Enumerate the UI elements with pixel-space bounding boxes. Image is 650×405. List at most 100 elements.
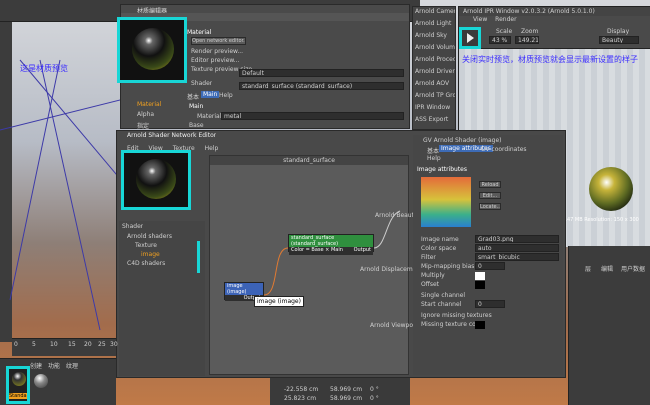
row-render-preview: Render preview... xyxy=(191,48,244,55)
tree-c4d-shaders[interactable]: C4D shaders xyxy=(127,260,165,267)
attr-start-channel[interactable]: 0 xyxy=(475,300,505,308)
material-tab-help[interactable]: Help xyxy=(219,92,233,99)
ipr-render-sphere xyxy=(589,167,633,211)
attr-filter[interactable]: smart_bicubic xyxy=(475,253,559,261)
attr-label-single-channel: Single channel xyxy=(421,292,466,299)
shader-preview-sphere xyxy=(136,159,176,199)
tree-scroll[interactable] xyxy=(197,241,200,273)
zoom-field[interactable]: 149.21 xyxy=(515,36,539,44)
display-select[interactable]: Beauty xyxy=(599,36,639,44)
arnold-menu-item[interactable]: Arnold Camera xyxy=(413,7,455,16)
coord-x2[interactable]: 25.823 cm xyxy=(284,395,316,402)
attr-header: GV Arnold Shader (image) xyxy=(423,137,502,144)
tree-texture[interactable]: Texture xyxy=(135,242,157,249)
arnold-menu-item[interactable]: Arnold Procedural xyxy=(413,55,455,64)
ipr-annotation: 关闭实时预览，材质预览就会显示最新设置的样子 xyxy=(462,55,638,64)
material-tab-texture[interactable]: 纹理 xyxy=(66,361,78,370)
multiply-swatch[interactable] xyxy=(475,272,485,280)
channel-assign[interactable]: 指定 xyxy=(137,121,149,130)
timeline-tick: 0 xyxy=(14,341,18,348)
node-graph[interactable]: standard_surface image (image) Output st… xyxy=(209,155,423,375)
tree-arnold-shaders[interactable]: Arnold shaders xyxy=(127,233,172,240)
coordinates-panel: -22.558 cm 58.969 cm 0 ° 25.823 cm 58.96… xyxy=(270,378,410,405)
shader-editor-title: Arnold Shader Network Editor xyxy=(127,132,217,139)
shader-label: Shader xyxy=(191,80,213,87)
material-preview-highlight xyxy=(117,17,187,83)
arnold-menu-item[interactable]: Arnold AOV xyxy=(413,79,455,88)
attr-label-image-name: Image name xyxy=(421,236,459,243)
locate-button[interactable]: Locate... xyxy=(479,203,501,210)
arnold-menu-item[interactable]: Arnold Sky xyxy=(413,31,455,40)
timeline-tick: 5 xyxy=(32,341,36,348)
shader-select[interactable]: standard_surface (standard_surface) xyxy=(239,82,404,90)
attr-color-space[interactable]: auto xyxy=(475,244,559,252)
row-editor-preview: Editor preview... xyxy=(191,57,240,64)
arnold-menu-item[interactable]: IPR Window xyxy=(413,103,455,112)
ipr-play-highlight[interactable] xyxy=(459,27,481,49)
attr-label-multiply: Multiply xyxy=(421,272,445,279)
coord-z2[interactable]: 0 ° xyxy=(370,395,379,402)
edit-button[interactable]: Edit... xyxy=(479,192,501,199)
scale-field[interactable]: 43 % xyxy=(489,36,511,44)
arnold-menu-item[interactable]: Arnold Driver xyxy=(413,67,455,76)
channel-material[interactable]: Material xyxy=(137,101,161,108)
main-section: Main xyxy=(189,103,204,110)
offset-swatch[interactable] xyxy=(475,281,485,289)
coord-x[interactable]: -22.558 cm xyxy=(284,386,318,393)
label-arnold-beauty: Arnold Beauty xyxy=(375,212,418,219)
menu-help[interactable]: Help xyxy=(205,145,219,152)
right-tab-edit[interactable]: 编辑 xyxy=(601,264,613,273)
material-thumb-2[interactable] xyxy=(34,374,48,388)
arnold-menu: Arnold Camera Arnold Light Arnold Sky Ar… xyxy=(412,6,456,130)
arnold-menu-item[interactable]: Arnold TP Group xyxy=(413,91,455,100)
ipr-menu-view[interactable]: View xyxy=(473,16,487,23)
attr-mip-bias[interactable]: 0 xyxy=(475,262,505,270)
channel-alpha[interactable]: Alpha xyxy=(137,111,154,118)
material-tab-main[interactable]: Main xyxy=(201,91,220,98)
material-thumb-highlight[interactable]: Standar xyxy=(6,366,30,404)
material-field[interactable]: metal xyxy=(221,112,404,120)
attributes-panel: GV Arnold Shader (image) 基本 Image attrib… xyxy=(413,135,563,375)
right-tab-layer[interactable]: 层 xyxy=(585,264,591,273)
timeline-tick: 25 xyxy=(98,341,106,348)
attr-tab-uv[interactable]: UV coordinates xyxy=(481,146,527,153)
attr-label-filter: Filter xyxy=(421,254,436,261)
arnold-menu-item[interactable]: ASS Export xyxy=(413,115,455,124)
image-tooltip: image (image) xyxy=(254,296,304,307)
ipr-menu-render[interactable]: Render xyxy=(495,16,516,23)
attr-tab-help[interactable]: Help xyxy=(427,155,441,162)
shader-tree: Shader Arnold shaders Texture image C4D … xyxy=(119,221,205,376)
coord-z[interactable]: 0 ° xyxy=(370,386,379,393)
preview-annotation: 这是材质预览 xyxy=(20,64,68,73)
coord-y2[interactable]: 58.969 cm xyxy=(330,395,362,402)
missing-color-swatch[interactable] xyxy=(475,321,485,329)
material-tab-function[interactable]: 功能 xyxy=(48,361,60,370)
attr-label-offset: Offset xyxy=(421,281,440,288)
attr-label-color-space: Color space xyxy=(421,245,457,252)
image-thumbnail xyxy=(421,177,471,227)
shader-preview-highlight xyxy=(121,150,191,210)
material-thumb-sphere xyxy=(12,372,26,386)
tab-material[interactable]: Material xyxy=(187,29,211,36)
material-tab-basic[interactable]: 基本 xyxy=(187,92,199,101)
attr-tab-basic[interactable]: 基本 xyxy=(427,146,439,155)
base-section: Base xyxy=(189,122,204,129)
timeline-tick: 10 xyxy=(50,341,58,348)
tree-shader: Shader xyxy=(122,223,144,230)
attr-image-name[interactable]: Grad03.png xyxy=(475,235,559,243)
arnold-menu-item[interactable]: Arnold Light xyxy=(413,19,455,28)
attr-label-mip-bias: Mip-mapping bias xyxy=(421,263,475,270)
right-tab-userdata[interactable]: 用户数据 xyxy=(621,264,645,273)
arnold-menu-item[interactable]: Arnold Volume xyxy=(413,43,455,52)
open-network-editor-button[interactable]: Open network editor... xyxy=(191,37,246,45)
label-arnold-viewport: Arnold Viewport xyxy=(370,322,418,329)
ipr-status: 58.47 MB Resolution: 150 x 300 xyxy=(559,217,639,223)
play-icon[interactable] xyxy=(467,33,474,43)
preview-size-select[interactable]: Default xyxy=(239,69,404,77)
coord-y[interactable]: 58.969 cm xyxy=(330,386,362,393)
reload-button[interactable]: Reload xyxy=(479,181,501,188)
timeline[interactable]: 0 5 10 15 20 25 30 xyxy=(12,338,118,356)
material-thumb-label: Standar xyxy=(9,393,27,399)
material-tab-create[interactable]: 创建 xyxy=(30,361,42,370)
tree-image[interactable]: image xyxy=(141,251,160,258)
